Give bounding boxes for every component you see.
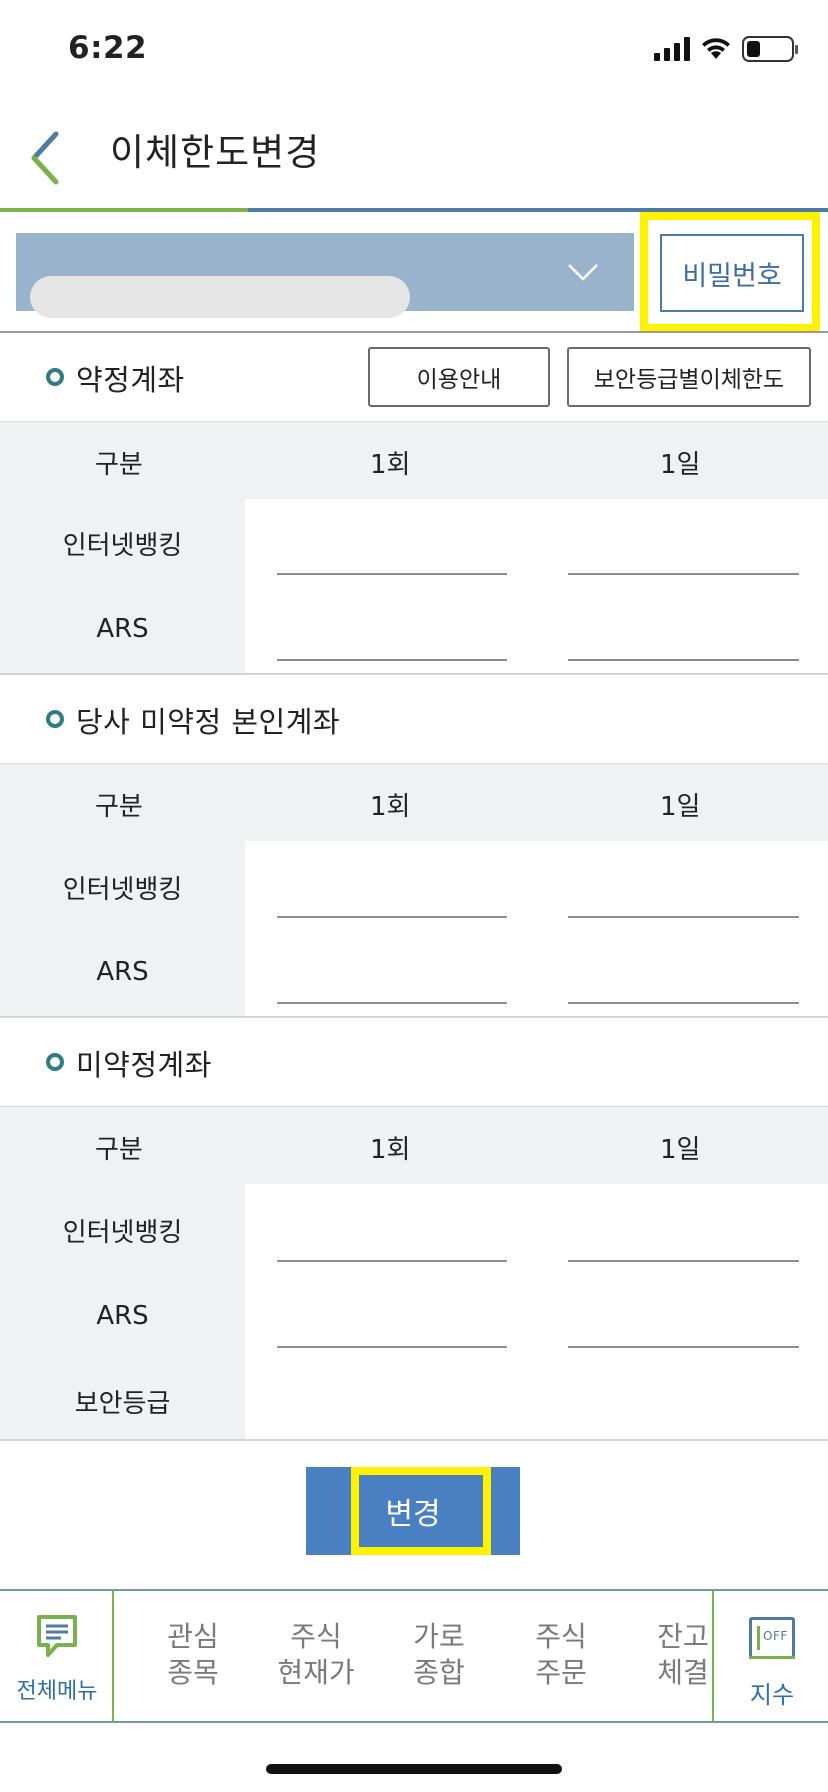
section-title: 당사 미약정 본인계좌 — [76, 705, 341, 739]
bottom-navigation: 전체메뉴 관심 종목 주식 현재가 가로 종합 주식 주문 잔고 체결 OFF … — [0, 1589, 828, 1723]
bullet-circle-icon — [46, 368, 64, 386]
limit-field-internet-daily[interactable] — [568, 1260, 799, 1262]
nav-landscape-overview[interactable]: 가로 종합 — [384, 1619, 494, 1691]
account-number-mask — [30, 276, 410, 318]
table-header: 구분 1회 1일 — [0, 1106, 828, 1184]
row-label-security-level: 보안등급 — [74, 1389, 171, 1419]
row-label-internet-banking: 인터넷뱅킹 — [62, 531, 183, 561]
nav-index-label: 지수 — [749, 1681, 795, 1709]
limit-field-internet-daily[interactable] — [568, 573, 799, 575]
limit-field-ars-once[interactable] — [277, 1002, 507, 1004]
column-header-category: 구분 — [95, 450, 143, 480]
nav-watchlist[interactable]: 관심 종목 — [138, 1619, 248, 1691]
nav-index[interactable]: OFF 지수 — [712, 1591, 828, 1721]
column-header-per-transaction: 1회 — [370, 450, 411, 480]
row-label-ars: ARS — [96, 957, 149, 987]
limit-field-ars-daily[interactable] — [568, 1002, 799, 1004]
chevron-down-icon — [568, 264, 598, 281]
section-title: 미약정계좌 — [76, 1048, 212, 1082]
row-label-ars: ARS — [96, 614, 149, 644]
battery-icon — [742, 36, 798, 62]
row-label-internet-banking: 인터넷뱅킹 — [62, 1218, 183, 1248]
account-bar: 비밀번호 — [0, 212, 828, 332]
header: 이체한도변경 — [0, 100, 828, 210]
wifi-icon — [702, 38, 730, 59]
column-header-category: 구분 — [95, 1135, 143, 1165]
section-title: 약정계좌 — [76, 363, 185, 397]
column-header-per-day: 1일 — [660, 1135, 701, 1165]
table-body: 인터넷뱅킹 ARS — [0, 499, 828, 674]
back-button[interactable] — [26, 130, 76, 190]
limit-field-internet-daily[interactable] — [568, 916, 799, 918]
row-label-internet-banking: 인터넷뱅킹 — [62, 875, 183, 905]
change-button[interactable]: 변경 — [306, 1467, 520, 1555]
limit-field-internet-once[interactable] — [277, 573, 507, 575]
nav-full-menu-label: 전체메뉴 — [16, 1679, 98, 1704]
nav-stock-order[interactable]: 주식 주문 — [506, 1619, 616, 1691]
cellular-signal-icon — [654, 37, 690, 61]
column-header-category: 구분 — [95, 792, 143, 822]
table-header: 구분 1회 1일 — [0, 421, 828, 499]
menu-chat-icon — [37, 1615, 77, 1657]
limit-field-ars-once[interactable] — [277, 659, 507, 661]
bullet-circle-icon — [46, 710, 64, 728]
table-header: 구분 1회 1일 — [0, 763, 828, 841]
security-level-limit-button[interactable]: 보안등급별이체한도 — [567, 347, 811, 407]
section-header-contracted: 약정계좌 이용안내 보안등급별이체한도 — [0, 333, 828, 421]
table-body: 인터넷뱅킹 ARS — [0, 841, 828, 1016]
limit-field-ars-daily[interactable] — [568, 659, 799, 661]
limit-field-internet-once[interactable] — [277, 916, 507, 918]
column-header-per-day: 1일 — [660, 792, 701, 822]
limit-field-ars-daily[interactable] — [568, 1346, 799, 1348]
back-chevron-icon — [31, 131, 59, 185]
account-select[interactable] — [16, 233, 634, 318]
column-header-per-day: 1일 — [660, 450, 701, 480]
column-header-per-transaction: 1회 — [370, 792, 411, 822]
section-header-uncontracted: 미약정계좌 — [0, 1018, 828, 1106]
nav-full-menu[interactable]: 전체메뉴 — [0, 1591, 114, 1721]
section-divider — [0, 1439, 828, 1441]
section-header-uncontracted-own: 당사 미약정 본인계좌 — [0, 675, 828, 763]
status-time: 6:22 — [68, 30, 148, 66]
bullet-circle-icon — [46, 1053, 64, 1071]
limit-field-ars-once[interactable] — [277, 1346, 507, 1348]
usage-guide-button[interactable]: 이용안내 — [368, 347, 550, 407]
nav-stock-price[interactable]: 주식 현재가 — [261, 1619, 371, 1691]
column-header-per-transaction: 1회 — [370, 1135, 411, 1165]
row-label-ars: ARS — [96, 1301, 149, 1331]
status-bar: 6:22 — [0, 0, 828, 100]
home-indicator — [266, 1764, 562, 1774]
table-body: 인터넷뱅킹 ARS 보안등급 — [0, 1184, 828, 1440]
password-button[interactable]: 비밀번호 — [660, 234, 804, 312]
limit-field-internet-once[interactable] — [277, 1260, 507, 1262]
index-off-toggle-icon: OFF — [749, 1617, 795, 1659]
page-title: 이체한도변경 — [110, 131, 321, 174]
